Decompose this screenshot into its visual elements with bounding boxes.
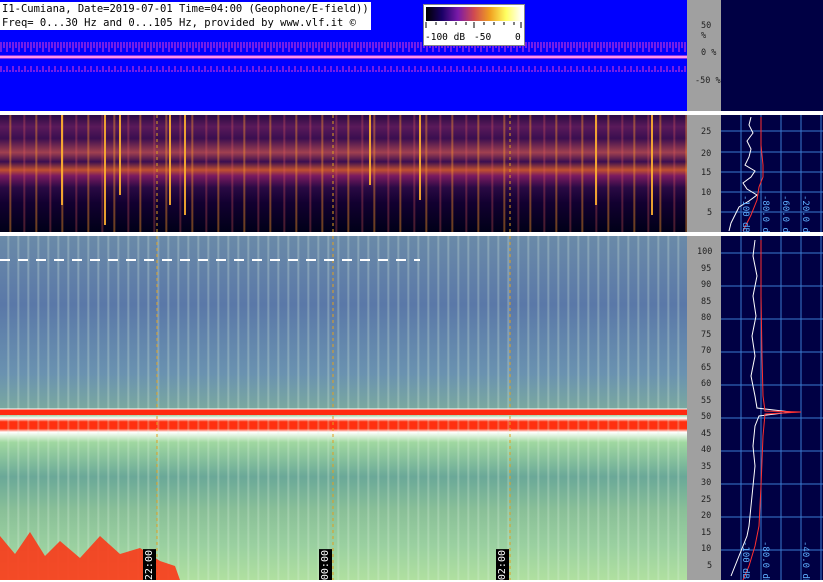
time-marker: 02:00: [496, 549, 509, 580]
colorbar-gradient: [426, 7, 522, 21]
header-line-2: Freq= 0...30 Hz and 0...105 Hz, provided…: [2, 17, 357, 29]
lower-spectrum-panel: -100 dB -80.0 dB -40.0 dB: [721, 236, 823, 580]
time-marker: 22:00: [143, 549, 156, 580]
lower-freq-label: 95: [701, 264, 712, 274]
lower-freq-label: 45: [701, 429, 712, 439]
upper-freq-label: 5: [707, 208, 713, 218]
lower-freq-label: 75: [701, 330, 712, 340]
waveform-side-panel: [721, 0, 823, 111]
colorbar-ticks: [425, 22, 522, 28]
lower-freq-label: 35: [701, 462, 712, 472]
lower-spectrogram-markers: [0, 236, 687, 580]
upper-freq-axis: 25 20 15 10 5: [687, 115, 721, 232]
lower-freq-axis: 100 95 90 85 80 75 70 65 60 55 50 45 40 …: [687, 236, 721, 580]
lower-spectrum-grid: [721, 236, 823, 580]
upper-spectrum-label: -60.0 dB: [780, 195, 790, 232]
upper-spectrogram-markers: [61, 115, 653, 232]
colorbar-label-min: -100 dB: [425, 32, 466, 43]
header-title-box: I1-Cumiana, Date=2019-07-01 Time=04:00 (…: [0, 2, 371, 30]
lower-freq-label: 80: [701, 313, 712, 323]
lower-spectrogram: 22:00 00:00 02:00: [0, 236, 687, 580]
upper-spectrum-panel: -100 dB -80.0 dB -60.0 dB -20.0 dB: [721, 115, 823, 232]
lower-freq-label: 70: [701, 346, 712, 356]
upper-spectrogram: [0, 115, 687, 232]
upper-freq-label: 15: [701, 168, 712, 178]
waveform-axis: 50 % 0 % -50 %: [687, 0, 721, 111]
lower-freq-label: 40: [701, 445, 712, 455]
lower-freq-label: 10: [701, 544, 712, 554]
colorbar-label-max: 0: [515, 32, 521, 43]
lower-freq-label: 65: [701, 363, 712, 373]
lower-freq-label: 85: [701, 297, 712, 307]
lower-spectrum-label: -100 dB: [740, 541, 750, 579]
upper-freq-label: 25: [701, 127, 712, 137]
lower-freq-label: 20: [701, 511, 712, 521]
waveform-axis-label: -50 %: [695, 76, 721, 86]
lower-freq-label: 15: [701, 528, 712, 538]
colorbar-label-mid: -50: [474, 32, 492, 43]
lower-freq-label: 30: [701, 478, 712, 488]
lower-spectrum-label: -80.0 dB: [760, 541, 770, 580]
lower-freq-label: 100: [697, 247, 713, 257]
lower-freq-label: 50: [701, 412, 712, 422]
time-marker: 00:00: [319, 549, 332, 580]
waveform-axis-label: 50 %: [701, 21, 712, 41]
waveform-axis-label: 0 %: [701, 48, 717, 58]
header-line-1: I1-Cumiana, Date=2019-07-01 Time=04:00 (…: [2, 3, 369, 15]
upper-freq-label: 20: [701, 149, 712, 159]
upper-spectrum-label: -80.0 dB: [760, 195, 770, 232]
lower-freq-label: 55: [701, 396, 712, 406]
upper-spectrum-label: -100 dB: [740, 195, 750, 232]
lower-freq-label: 90: [701, 280, 712, 290]
upper-spectrum-label: -20.0 dB: [800, 195, 810, 232]
lower-spectrum-label: -40.0 dB: [800, 541, 810, 580]
upper-freq-label: 10: [701, 188, 712, 198]
lower-freq-label: 60: [701, 379, 712, 389]
lower-freq-label: 25: [701, 495, 712, 505]
colorbar-legend: -100 dB -50 0: [423, 4, 525, 46]
lower-freq-label: 5: [707, 561, 713, 571]
